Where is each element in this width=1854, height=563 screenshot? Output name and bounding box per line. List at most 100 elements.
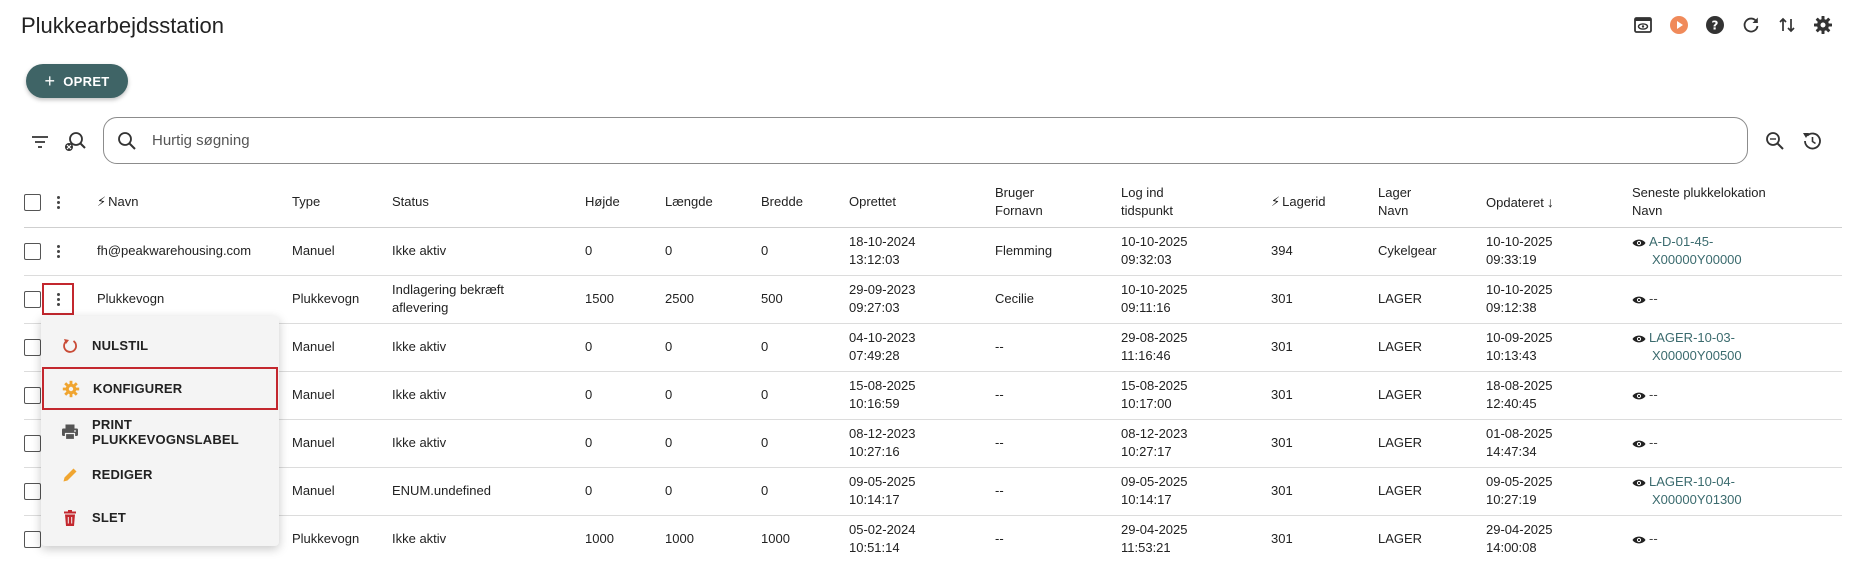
table-row[interactable]: fh@peakwarehousing.com Manuel Ikke aktiv 0 0… — [24, 227, 1842, 275]
cell-hojde: 1000 — [585, 531, 614, 546]
cell-lagerid: 301 — [1271, 435, 1293, 450]
menu-item-konfigurer[interactable]: KONFIGURER — [42, 367, 278, 410]
header-lager-navn[interactable]: Lager Navn — [1378, 178, 1486, 227]
location-link-cont[interactable]: X00000Y01300 — [1652, 492, 1742, 507]
trash-icon — [64, 509, 76, 526]
cell-status: Ikke aktiv — [392, 435, 447, 450]
search-input[interactable] — [152, 132, 1552, 149]
row-checkbox[interactable] — [24, 531, 41, 549]
search-filter-icon[interactable] — [63, 130, 87, 154]
row-checkbox[interactable] — [24, 291, 41, 309]
preview-icon[interactable] — [1632, 14, 1654, 36]
row-kebab-button-active[interactable] — [42, 283, 74, 316]
location-link[interactable]: LAGER-10-03- — [1649, 330, 1735, 345]
eye-icon[interactable] — [1632, 391, 1646, 401]
eye-icon[interactable] — [1632, 334, 1646, 344]
cell-bredde: 0 — [761, 483, 769, 498]
help-icon[interactable]: ? — [1704, 14, 1726, 36]
cell-seneste-plukkelokation: -- — [1632, 419, 1842, 467]
table-row[interactable]: Plukkevogn Plukkevogn Indlagering bekræft a… — [24, 275, 1842, 323]
menu-item-nulstil[interactable]: NULSTIL — [41, 324, 279, 367]
svg-text:?: ? — [1712, 19, 1719, 33]
cell-menu — [50, 227, 97, 275]
select-all-checkbox[interactable] — [24, 194, 41, 212]
eye-icon[interactable] — [1632, 535, 1646, 545]
row-context-menu: NULSTIL KONFIGURER PRINT PLUKKEVOGNSLABE… — [41, 316, 279, 546]
header-kebab-icon[interactable] — [50, 191, 66, 213]
filter-icon[interactable] — [29, 131, 51, 153]
cell-type: Plukkevogn — [292, 291, 360, 306]
history-icon[interactable] — [1800, 129, 1824, 153]
eye-icon[interactable] — [1632, 238, 1646, 248]
menu-item-slet[interactable]: SLET — [41, 496, 279, 539]
cell-type: Plukkevogn — [292, 531, 360, 546]
header-oprettet[interactable]: Oprettet — [849, 178, 995, 227]
bolt-icon: ⚡ — [1271, 194, 1281, 210]
location-link-cont[interactable]: X00000Y00000 — [1652, 252, 1742, 267]
row-checkbox[interactable] — [24, 387, 41, 405]
cell-lagerid: 301 — [1271, 291, 1293, 306]
pencil-icon — [63, 468, 77, 481]
kebab-icon — [50, 288, 66, 310]
cell-bruger-fornavn: Flemming — [995, 243, 1053, 258]
table-row[interactable]: Manuel ENUM.undefined 0 0 0 09-05-2025 10:14:1… — [24, 467, 1842, 515]
quick-search-bar[interactable] — [103, 117, 1748, 164]
location-empty: -- — [1649, 531, 1658, 546]
advanced-search-icon[interactable] — [1763, 129, 1787, 153]
cell-lager-navn: Cykelgear — [1378, 243, 1437, 258]
header-hojde[interactable]: Højde — [585, 178, 665, 227]
header-type[interactable]: Type — [292, 178, 392, 227]
cell-oprettet: 08-12-2023 10:27:16 — [849, 426, 916, 459]
row-checkbox[interactable] — [24, 243, 41, 261]
header-navn[interactable]: ⚡ Navn — [97, 178, 292, 227]
cell-lager-navn: LAGER — [1378, 387, 1423, 402]
location-link[interactable]: A-D-01-45- — [1649, 234, 1713, 249]
cell-opdateret: 10-10-2025 09:12:38 — [1486, 282, 1553, 315]
cell-type: Manuel — [292, 387, 335, 402]
cell-oprettet: 29-09-2023 09:27:03 — [849, 282, 916, 315]
cell-bredde: 0 — [761, 435, 769, 450]
header-opdateret[interactable]: Opdateret ↓ — [1486, 178, 1632, 227]
refresh-icon[interactable] — [1740, 14, 1762, 36]
cell-status: ENUM.undefined — [392, 483, 491, 498]
header-lagerid[interactable]: ⚡ Lagerid — [1271, 178, 1378, 227]
cell-bruger-fornavn: -- — [995, 483, 1004, 498]
create-button[interactable]: + OPRET — [26, 64, 128, 98]
header-seneste-plukkelokation[interactable]: Seneste plukkelokation Navn — [1632, 178, 1842, 227]
eye-icon[interactable] — [1632, 478, 1646, 488]
location-link-cont[interactable]: X00000Y00500 — [1652, 348, 1742, 363]
cell-laengde: 0 — [665, 435, 673, 450]
header-laengde[interactable]: Længde — [665, 178, 761, 227]
table-row[interactable]: Plukkevogn Ikke aktiv 1000 1000 1000 05-02-20… — [24, 515, 1842, 563]
row-kebab-icon[interactable] — [50, 240, 66, 262]
header-select-cell — [24, 178, 50, 227]
table-row[interactable]: Manuel Ikke aktiv 0 0 0 15-08-2025 10:16:59 -- 1… — [24, 371, 1842, 419]
header-log-ind[interactable]: Log ind tidspunkt — [1121, 178, 1271, 227]
table-row[interactable]: Manuel Ikke aktiv 0 0 0 08-12-2023 10:27:16 -- 0… — [24, 419, 1842, 467]
header-bruger-fornavn[interactable]: Bruger Fornavn — [995, 178, 1121, 227]
cell-laengde: 0 — [665, 483, 673, 498]
location-empty: -- — [1649, 387, 1658, 402]
row-checkbox[interactable] — [24, 483, 41, 501]
row-checkbox[interactable] — [24, 339, 41, 357]
create-button-label: OPRET — [63, 73, 110, 89]
eye-icon[interactable] — [1632, 439, 1646, 449]
table-header-row: ⚡ Navn Type Status Højde Længde Bredde Op… — [24, 178, 1842, 227]
cell-opdateret: 01-08-2025 14:47:34 — [1486, 426, 1553, 459]
cell-bredde: 0 — [761, 387, 769, 402]
cell-seneste-plukkelokation: A-D-01-45- X00000Y00000 — [1632, 227, 1842, 275]
cell-laengde: 0 — [665, 243, 673, 258]
row-checkbox[interactable] — [24, 435, 41, 453]
location-link[interactable]: LAGER-10-04- — [1649, 474, 1735, 489]
eye-icon[interactable] — [1632, 295, 1646, 305]
table-row[interactable]: Manuel Ikke aktiv 0 0 0 04-10-2023 07:49:28 -- 2… — [24, 323, 1842, 371]
sort-icon[interactable] — [1776, 14, 1798, 36]
play-icon[interactable] — [1668, 14, 1690, 36]
menu-item-print-plukkevognslabel[interactable]: PRINT PLUKKEVOGNSLABEL — [41, 410, 279, 453]
cell-log-ind: 29-04-2025 11:53:21 — [1121, 522, 1188, 555]
header-bredde[interactable]: Bredde — [761, 178, 849, 227]
header-status[interactable]: Status — [392, 178, 585, 227]
menu-item-rediger[interactable]: REDIGER — [41, 453, 279, 496]
settings-icon[interactable] — [1812, 14, 1834, 36]
workstation-table: ⚡ Navn Type Status Højde Længde Bredde Op… — [24, 178, 1842, 563]
